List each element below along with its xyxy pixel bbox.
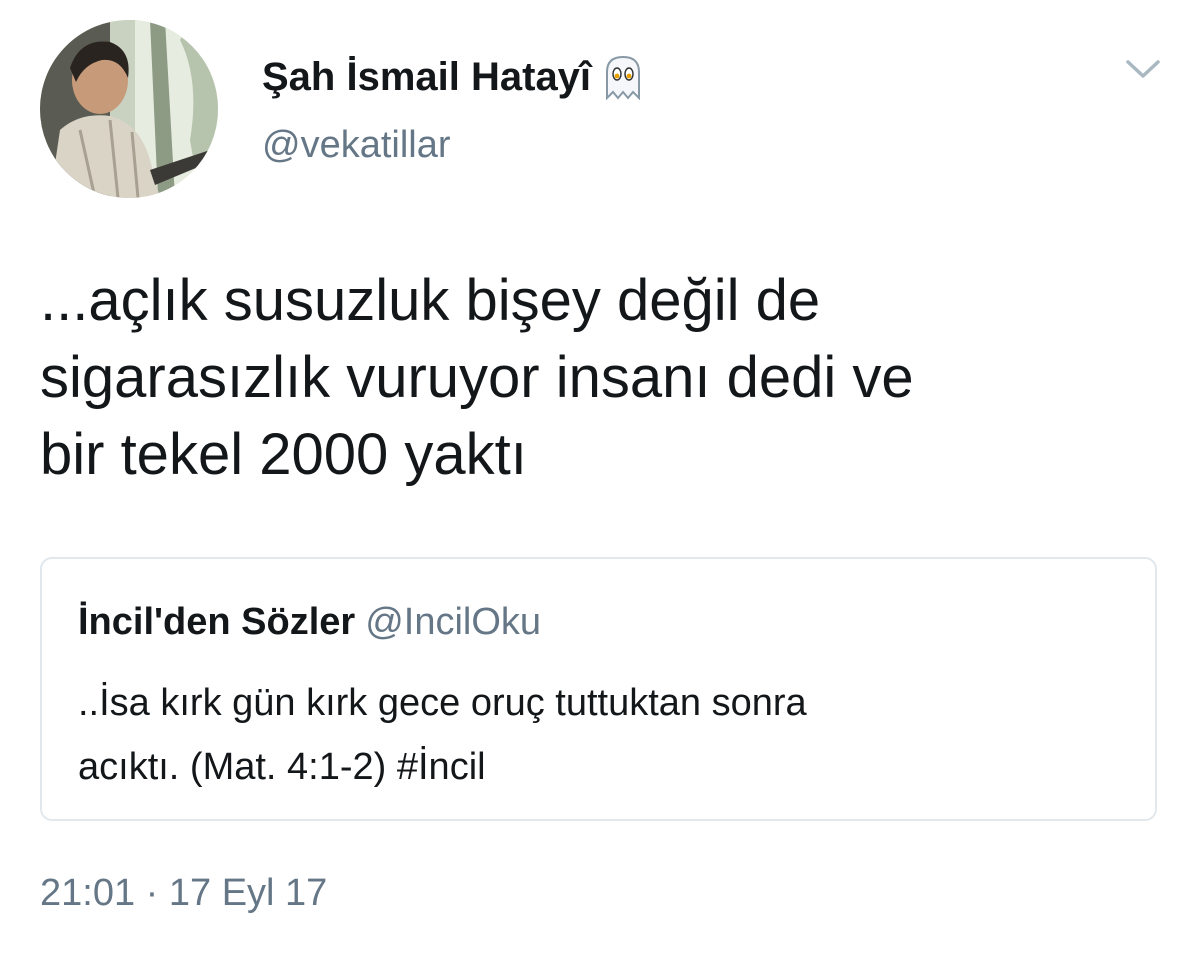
quoted-text-line: acıktı. (Mat. 4:1-2) #İncil: [78, 746, 486, 788]
quoted-text-line: ..İsa kırk gün kırk gece oruç tuttuktan …: [78, 682, 807, 724]
author-name-text: Şah İsmail Hatayî: [262, 54, 592, 99]
quoted-tweet-header: İncil'den Sözler @IncilOku: [78, 601, 541, 644]
tweet-text-line: sigarasızlık vuruyor insanı dedi ve: [40, 345, 914, 410]
tweet-text: ...açlık susuzluk bişey değil de sigaras…: [40, 262, 1160, 493]
quoted-author-handle: @IncilOku: [365, 601, 542, 643]
tweet-text-line: ...açlık susuzluk bişey değil de: [40, 268, 821, 333]
quoted-tweet-card[interactable]: İncil'den Sözler @IncilOku ..İsa kırk gün…: [40, 557, 1157, 821]
tweet-text-line: bir tekel 2000 yaktı: [40, 422, 527, 487]
ghost-icon: [603, 54, 643, 100]
quoted-tweet-text: ..İsa kırk gün kırk gece oruç tuttuktan …: [78, 671, 1118, 799]
avatar[interactable]: [40, 20, 218, 198]
chevron-down-icon[interactable]: [1124, 56, 1162, 84]
tweet-timestamp[interactable]: 21:01 · 17 Eyl 17: [40, 872, 327, 915]
author-display-name[interactable]: Şah İsmail Hatayî: [262, 54, 643, 100]
quoted-author-name: İncil'den Sözler: [78, 601, 356, 643]
author-handle[interactable]: @vekatillar: [262, 124, 451, 167]
